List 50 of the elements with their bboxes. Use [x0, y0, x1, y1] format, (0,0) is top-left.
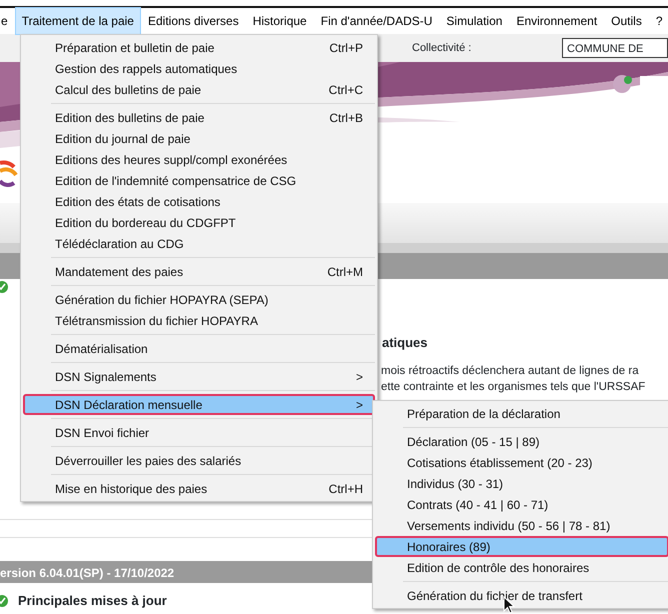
- menu-item[interactable]: Edition du journal de paie: [23, 128, 375, 149]
- collectivite-label: Collectivité :: [412, 40, 472, 56]
- menu-item[interactable]: Individus (30 - 31): [375, 473, 668, 494]
- menu-item[interactable]: Préparation et bulletin de paie Ctrl+P: [23, 37, 375, 58]
- menu-item[interactable]: DSN Envoi fichier: [23, 422, 375, 443]
- body-text: ette contrainte et les organismes tels que l'URSSAF: [381, 380, 646, 394]
- menu-item[interactable]: Déclaration (05 - 15 | 89): [375, 431, 668, 452]
- menu-item[interactable]: DSN Déclaration mensuelle >: [23, 394, 375, 415]
- menu-bar-item[interactable]: Simulation: [439, 7, 510, 35]
- menu-item[interactable]: DSN Signalements >: [23, 366, 375, 387]
- menu-item[interactable]: Editions des heures suppl/compl exonérées: [23, 149, 375, 170]
- shortcut-text: Ctrl+P: [328, 40, 363, 56]
- menu-item[interactable]: Cotisations établissement (20 - 23): [375, 452, 668, 473]
- menu-bar-item[interactable]: Historique: [246, 7, 314, 35]
- menu-bar-item[interactable]: Traitement de la paie: [14, 7, 141, 35]
- menu-item[interactable]: Gestion des rappels automatiques: [23, 58, 375, 79]
- menu-item[interactable]: Télétransmission du fichier HOPAYRA: [23, 310, 375, 331]
- menu-item[interactable]: Déverrouiller les paies des salariés: [23, 450, 375, 471]
- menu-item[interactable]: Versements individu (50 - 56 | 78 - 81): [375, 515, 668, 536]
- menu-item[interactable]: Calcul des bulletins de paie Ctrl+C: [23, 79, 375, 100]
- menu-item[interactable]: Dématérialisation: [23, 338, 375, 359]
- menu-bar-item[interactable]: Fin d'année/DADS-U: [314, 7, 440, 35]
- menu-item[interactable]: Contrats (40 - 41 | 60 - 71): [375, 494, 668, 515]
- menu-item[interactable]: Edition des bulletins de paie Ctrl+B: [23, 107, 375, 128]
- menu-item[interactable]: Honoraires (89): [375, 536, 668, 557]
- shortcut-text: Ctrl+C: [328, 82, 363, 98]
- menu-item[interactable]: Edition de l'indemnité compensatrice de CSG: [23, 170, 375, 191]
- check-icon: [0, 594, 10, 607]
- menu-item[interactable]: Génération du fichier HOPAYRA (SEPA): [23, 289, 375, 310]
- collectivite-field[interactable]: COMMUNE DE: [562, 38, 668, 58]
- section-title: Principales mises à jour: [18, 592, 167, 610]
- menu-item[interactable]: Génération du fichier de transfert: [375, 585, 668, 606]
- submenu-arrow: >: [354, 368, 363, 386]
- menu-bar-item[interactable]: Environnement: [509, 7, 604, 35]
- menu-bar-item[interactable]: Editions diverses: [140, 7, 246, 35]
- section-heading: atiques: [382, 334, 429, 352]
- shortcut-text: Ctrl+H: [328, 480, 363, 498]
- menu-bar-item[interactable]: Outils: [604, 7, 649, 35]
- menu-item[interactable]: Mandatement des paies Ctrl+M: [23, 261, 375, 282]
- menu-item[interactable]: Télédéclaration au CDG: [23, 233, 375, 254]
- menu-item[interactable]: Edition des états de cotisations: [23, 191, 375, 212]
- submenu-arrow: >: [354, 396, 363, 414]
- shortcut-text: Ctrl+B: [328, 110, 363, 126]
- menu-item[interactable]: Préparation de la déclaration: [375, 403, 668, 424]
- menu-item[interactable]: Mise en historique des paies Ctrl+H: [23, 478, 375, 499]
- body-text: mois rétroactifs déclenchera autant de lignes de ra: [381, 364, 640, 378]
- check-icon: [0, 281, 10, 293]
- menu-bar-item[interactable]: e: [0, 7, 15, 35]
- shortcut-text: Ctrl+M: [326, 264, 363, 280]
- menu-bar-item[interactable]: ?: [648, 7, 668, 35]
